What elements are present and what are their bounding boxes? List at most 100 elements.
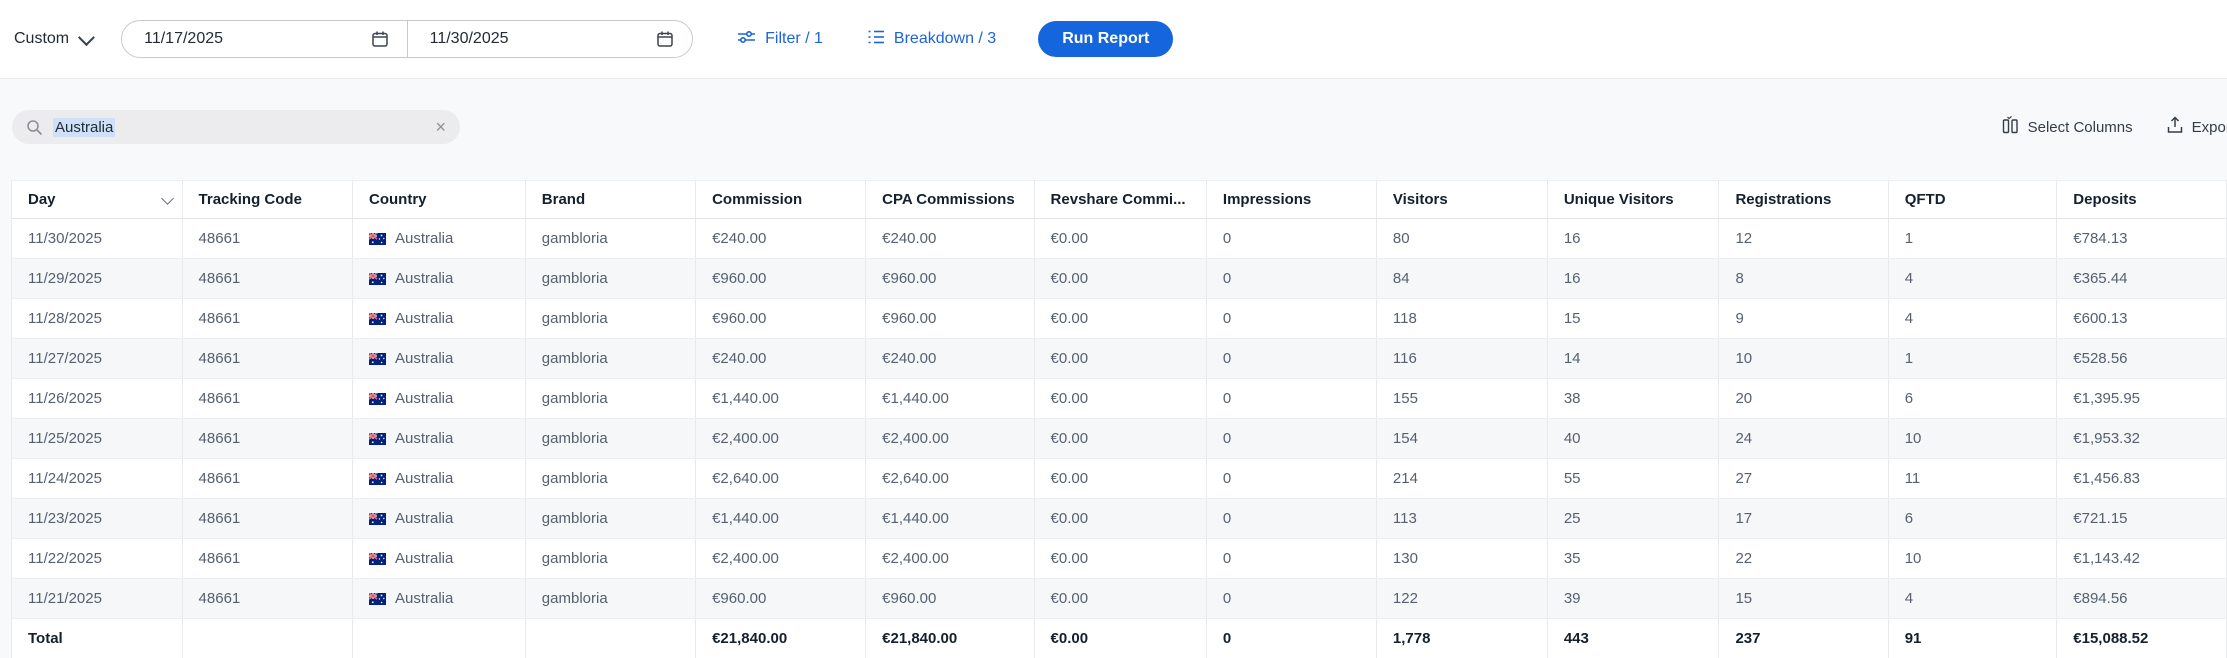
table-cell: 35 [1547,539,1719,579]
chevron-down-icon [78,29,95,46]
table-cell: 0 [1206,579,1376,619]
column-header-commission[interactable]: Commission [696,181,866,219]
date-to-field[interactable]: 11/30/2025 [407,21,693,57]
table-cell: €1,440.00 [696,499,866,539]
table-cell: €21,840.00 [866,619,1034,658]
table-cell: Australia [353,579,526,619]
report-page: Custom 11/17/2025 11/30/2025 [0,0,2227,658]
date-range-preset-dropdown[interactable]: Custom [14,30,91,48]
table-cell: 39 [1547,579,1719,619]
table-cell: €0.00 [1034,339,1206,379]
table-row: 11/24/202548661Australiagambloria€2,640.… [12,459,2227,499]
column-header-cpa-commissions[interactable]: CPA Commissions [866,181,1034,219]
table-cell: 11/23/2025 [12,499,183,539]
table-cell: 1 [1888,219,2057,259]
table-cell: 11/28/2025 [12,299,183,339]
table-cell: 6 [1888,499,2057,539]
table-cell: Total [12,619,183,658]
column-header-day[interactable]: Day [12,181,183,219]
table-cell: 55 [1547,459,1719,499]
column-header-registrations[interactable]: Registrations [1719,181,1888,219]
table-cell: 91 [1888,619,2057,658]
select-columns-button[interactable]: Select Columns [2002,116,2133,138]
table-cell: Australia [353,419,526,459]
table-row: 11/23/202548661Australiagambloria€1,440.… [12,499,2227,539]
table-cell: 0 [1206,219,1376,259]
table-cell: €15,088.52 [2057,619,2227,658]
column-header-visitors[interactable]: Visitors [1376,181,1547,219]
table-row: 11/22/202548661Australiagambloria€2,400.… [12,539,2227,579]
export-icon [2167,116,2183,138]
calendar-icon[interactable] [371,30,389,48]
table-cell: 0 [1206,299,1376,339]
table-cell: €1,440.00 [866,379,1034,419]
table-cell: 11 [1888,459,2057,499]
table-cell: 11/29/2025 [12,259,183,299]
table-cell: €0.00 [1034,459,1206,499]
table-cell: €240.00 [696,219,866,259]
table-row: 11/28/202548661Australiagambloria€960.00… [12,299,2227,339]
table-cell: €0.00 [1034,499,1206,539]
sort-chevron-icon[interactable] [161,192,174,205]
table-cell: gambloria [525,379,695,419]
breakdown-button[interactable]: Breakdown / 3 [867,29,996,50]
column-header-qftd[interactable]: QFTD [1888,181,2057,219]
australia-flag-icon [369,433,386,445]
report-table-container: DayTracking CodeCountryBrandCommissionCP… [11,180,2227,658]
table-row: 11/26/202548661Australiagambloria€1,440.… [12,379,2227,419]
table-cell: gambloria [525,539,695,579]
table-cell: €1,953.32 [2057,419,2227,459]
table-cell: €1,440.00 [696,379,866,419]
table-cell: 80 [1376,219,1547,259]
table-cell: 48661 [182,299,352,339]
table-cell: gambloria [525,259,695,299]
table-cell: gambloria [525,339,695,379]
table-row: 11/30/202548661Australiagambloria€240.00… [12,219,2227,259]
export-button[interactable]: Export [2167,116,2227,138]
column-header-tracking-code[interactable]: Tracking Code [182,181,352,219]
column-header-brand[interactable]: Brand [525,181,695,219]
table-cell: gambloria [525,219,695,259]
table-cell: 48661 [182,459,352,499]
search-input[interactable]: Australia × [12,110,460,144]
filter-button[interactable]: Filter / 1 [737,29,823,50]
table-row: 11/27/202548661Australiagambloria€240.00… [12,339,2227,379]
column-header-impressions[interactable]: Impressions [1206,181,1376,219]
table-row: 11/21/202548661Australiagambloria€960.00… [12,579,2227,619]
column-header-deposits[interactable]: Deposits [2057,181,2227,219]
search-row: Australia × Select Columns [0,110,2227,144]
table-cell: €240.00 [696,339,866,379]
table-cell: Australia [353,339,526,379]
table-cell: 27 [1719,459,1888,499]
date-to-value: 11/30/2025 [430,30,509,48]
table-cell: 116 [1376,339,1547,379]
table-cell: €960.00 [866,579,1034,619]
search-value: Australia [53,118,115,137]
table-cell: €960.00 [696,299,866,339]
table-cell: 11/25/2025 [12,419,183,459]
table-cell: gambloria [525,499,695,539]
table-cell: €960.00 [866,259,1034,299]
breakdown-list-icon [867,29,885,50]
table-cell: €240.00 [866,219,1034,259]
table-cell: Australia [353,259,526,299]
table-cell: 38 [1547,379,1719,419]
table-cell: 25 [1547,499,1719,539]
column-header-unique-visitors[interactable]: Unique Visitors [1547,181,1719,219]
table-cell: gambloria [525,419,695,459]
date-from-field[interactable]: 11/17/2025 [122,21,407,57]
table-cell: 14 [1547,339,1719,379]
table-cell: €721.15 [2057,499,2227,539]
table-cell: €1,143.42 [2057,539,2227,579]
column-header-revshare-commi[interactable]: Revshare Commi... [1034,181,1206,219]
table-cell: Australia [353,459,526,499]
table-cell: €960.00 [696,259,866,299]
run-report-button[interactable]: Run Report [1038,21,1173,57]
table-cell: gambloria [525,299,695,339]
calendar-icon[interactable] [656,30,674,48]
table-cell: 48661 [182,339,352,379]
australia-flag-icon [369,593,386,605]
clear-x-icon[interactable]: × [435,118,446,136]
date-range-picker: 11/17/2025 11/30/2025 [121,20,693,58]
column-header-country[interactable]: Country [353,181,526,219]
